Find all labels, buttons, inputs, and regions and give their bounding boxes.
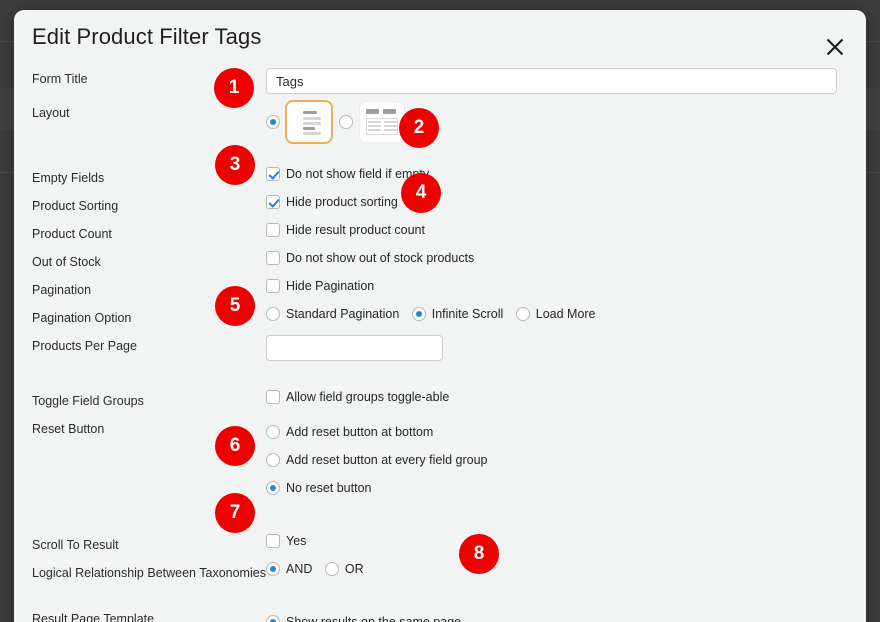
row-form-title: Form Title	[32, 66, 848, 100]
step-badge-7: 7	[215, 493, 255, 533]
pagination-checkbox[interactable]: Hide Pagination	[266, 279, 374, 293]
row-scroll-to-result: Scroll To Result Yes	[32, 532, 848, 560]
radio-dot[interactable]	[266, 425, 280, 439]
spacer	[32, 144, 848, 165]
spacer	[32, 502, 848, 532]
layout-radio-two-column[interactable]	[339, 115, 353, 129]
radio-dot[interactable]	[412, 307, 426, 321]
pagination-option-standard-label: Standard Pagination	[286, 307, 399, 321]
pagination-option-load-more-label: Load More	[536, 307, 596, 321]
label-out-of-stock: Out of Stock	[32, 249, 266, 270]
form-title-input[interactable]	[266, 68, 837, 94]
product-sorting-checkbox[interactable]: Hide product sorting	[266, 195, 398, 209]
scroll-to-result-label: Yes	[286, 534, 306, 548]
step-badge-4: 4	[401, 173, 441, 213]
radio-dot[interactable]	[325, 562, 339, 576]
label-product-count: Product Count	[32, 221, 266, 242]
result-page-same-page[interactable]: Show results on the same page	[266, 615, 461, 622]
step-badge-8: 8	[459, 534, 499, 574]
row-toggle-field-groups: Toggle Field Groups Allow field groups t…	[32, 388, 848, 416]
pagination-option-standard[interactable]: Standard Pagination	[266, 307, 399, 321]
label-logical-relationship: Logical Relationship Between Taxonomies	[32, 560, 266, 581]
logical-relationship-and[interactable]: AND	[266, 562, 312, 576]
step-badge-3: 3	[215, 145, 255, 185]
pagination-option-infinite-scroll-label: Infinite Scroll	[432, 307, 504, 321]
spacer	[32, 367, 848, 388]
reset-button-option-none-label: No reset button	[286, 481, 371, 495]
two-column-layout-thumbnail[interactable]	[360, 102, 404, 142]
products-per-page-input[interactable]	[266, 335, 443, 361]
checkbox-box[interactable]	[266, 223, 280, 237]
label-products-per-page: Products Per Page	[32, 333, 266, 354]
layout-radio-single-column[interactable]	[266, 115, 280, 129]
checkbox-box[interactable]	[266, 279, 280, 293]
step-badge-5: 5	[215, 286, 255, 326]
edit-product-filter-modal: Edit Product Filter Tags Form Title Layo…	[14, 10, 866, 622]
reset-button-option-every-group[interactable]: Add reset button at every field group	[266, 453, 488, 467]
scroll-to-result-checkbox[interactable]: Yes	[266, 534, 306, 548]
reset-button-option-none[interactable]: No reset button	[266, 481, 371, 495]
logical-relationship-and-label: AND	[286, 562, 312, 576]
modal-header: Edit Product Filter Tags	[14, 10, 866, 66]
reset-button-option-bottom-label: Add reset button at bottom	[286, 425, 433, 439]
product-count-label: Hide result product count	[286, 223, 425, 237]
step-badge-2: 2	[399, 108, 439, 148]
empty-fields-checkbox[interactable]: Do not show field if empty	[266, 167, 429, 181]
row-pagination-option: Pagination Option Standard Pagination In…	[32, 305, 848, 333]
result-page-same-page-label: Show results on the same page	[286, 615, 461, 622]
checkbox-box[interactable]	[266, 195, 280, 209]
layout-options	[266, 102, 848, 142]
close-icon[interactable]	[822, 34, 848, 60]
checkbox-box[interactable]	[266, 534, 280, 548]
pagination-label: Hide Pagination	[286, 279, 374, 293]
row-logical-relationship: Logical Relationship Between Taxonomies …	[32, 560, 848, 606]
out-of-stock-label: Do not show out of stock products	[286, 251, 474, 265]
reset-button-option-every-group-label: Add reset button at every field group	[286, 453, 488, 467]
radio-dot[interactable]	[266, 453, 280, 467]
settings-form: Form Title Layout	[14, 66, 866, 622]
step-badge-6: 6	[215, 426, 255, 466]
single-column-layout-thumbnail[interactable]	[287, 102, 331, 142]
radio-dot[interactable]	[266, 307, 280, 321]
label-product-sorting: Product Sorting	[32, 193, 266, 214]
row-product-count: Product Count Hide result product count	[32, 221, 848, 249]
row-reset-button: Reset Button Add reset button at bottom …	[32, 416, 848, 502]
step-badge-1: 1	[214, 68, 254, 108]
row-result-page-template: Result Page Template Show results on the…	[32, 606, 848, 622]
toggle-field-groups-label: Allow field groups toggle-able	[286, 390, 449, 404]
radio-dot[interactable]	[266, 562, 280, 576]
row-out-of-stock: Out of Stock Do not show out of stock pr…	[32, 249, 848, 277]
label-result-page-template: Result Page Template	[32, 606, 266, 622]
reset-button-option-bottom[interactable]: Add reset button at bottom	[266, 425, 433, 439]
label-scroll-to-result: Scroll To Result	[32, 532, 266, 553]
toggle-field-groups-checkbox[interactable]: Allow field groups toggle-able	[266, 390, 449, 404]
row-products-per-page: Products Per Page	[32, 333, 848, 367]
label-toggle-field-groups: Toggle Field Groups	[32, 388, 266, 409]
product-count-checkbox[interactable]: Hide result product count	[266, 223, 425, 237]
radio-dot[interactable]	[266, 615, 280, 622]
checkbox-box[interactable]	[266, 167, 280, 181]
radio-dot[interactable]	[516, 307, 530, 321]
logical-relationship-or-label: OR	[345, 562, 364, 576]
row-layout: Layout	[32, 100, 848, 144]
pagination-option-load-more[interactable]: Load More	[516, 307, 596, 321]
checkbox-box[interactable]	[266, 390, 280, 404]
product-sorting-label: Hide product sorting	[286, 195, 398, 209]
row-pagination: Pagination Hide Pagination	[32, 277, 848, 305]
out-of-stock-checkbox[interactable]: Do not show out of stock products	[266, 251, 474, 265]
page-title: Edit Product Filter Tags	[32, 24, 261, 50]
logical-relationship-or[interactable]: OR	[325, 562, 364, 576]
radio-dot[interactable]	[266, 481, 280, 495]
pagination-option-infinite-scroll[interactable]: Infinite Scroll	[412, 307, 504, 321]
checkbox-box[interactable]	[266, 251, 280, 265]
